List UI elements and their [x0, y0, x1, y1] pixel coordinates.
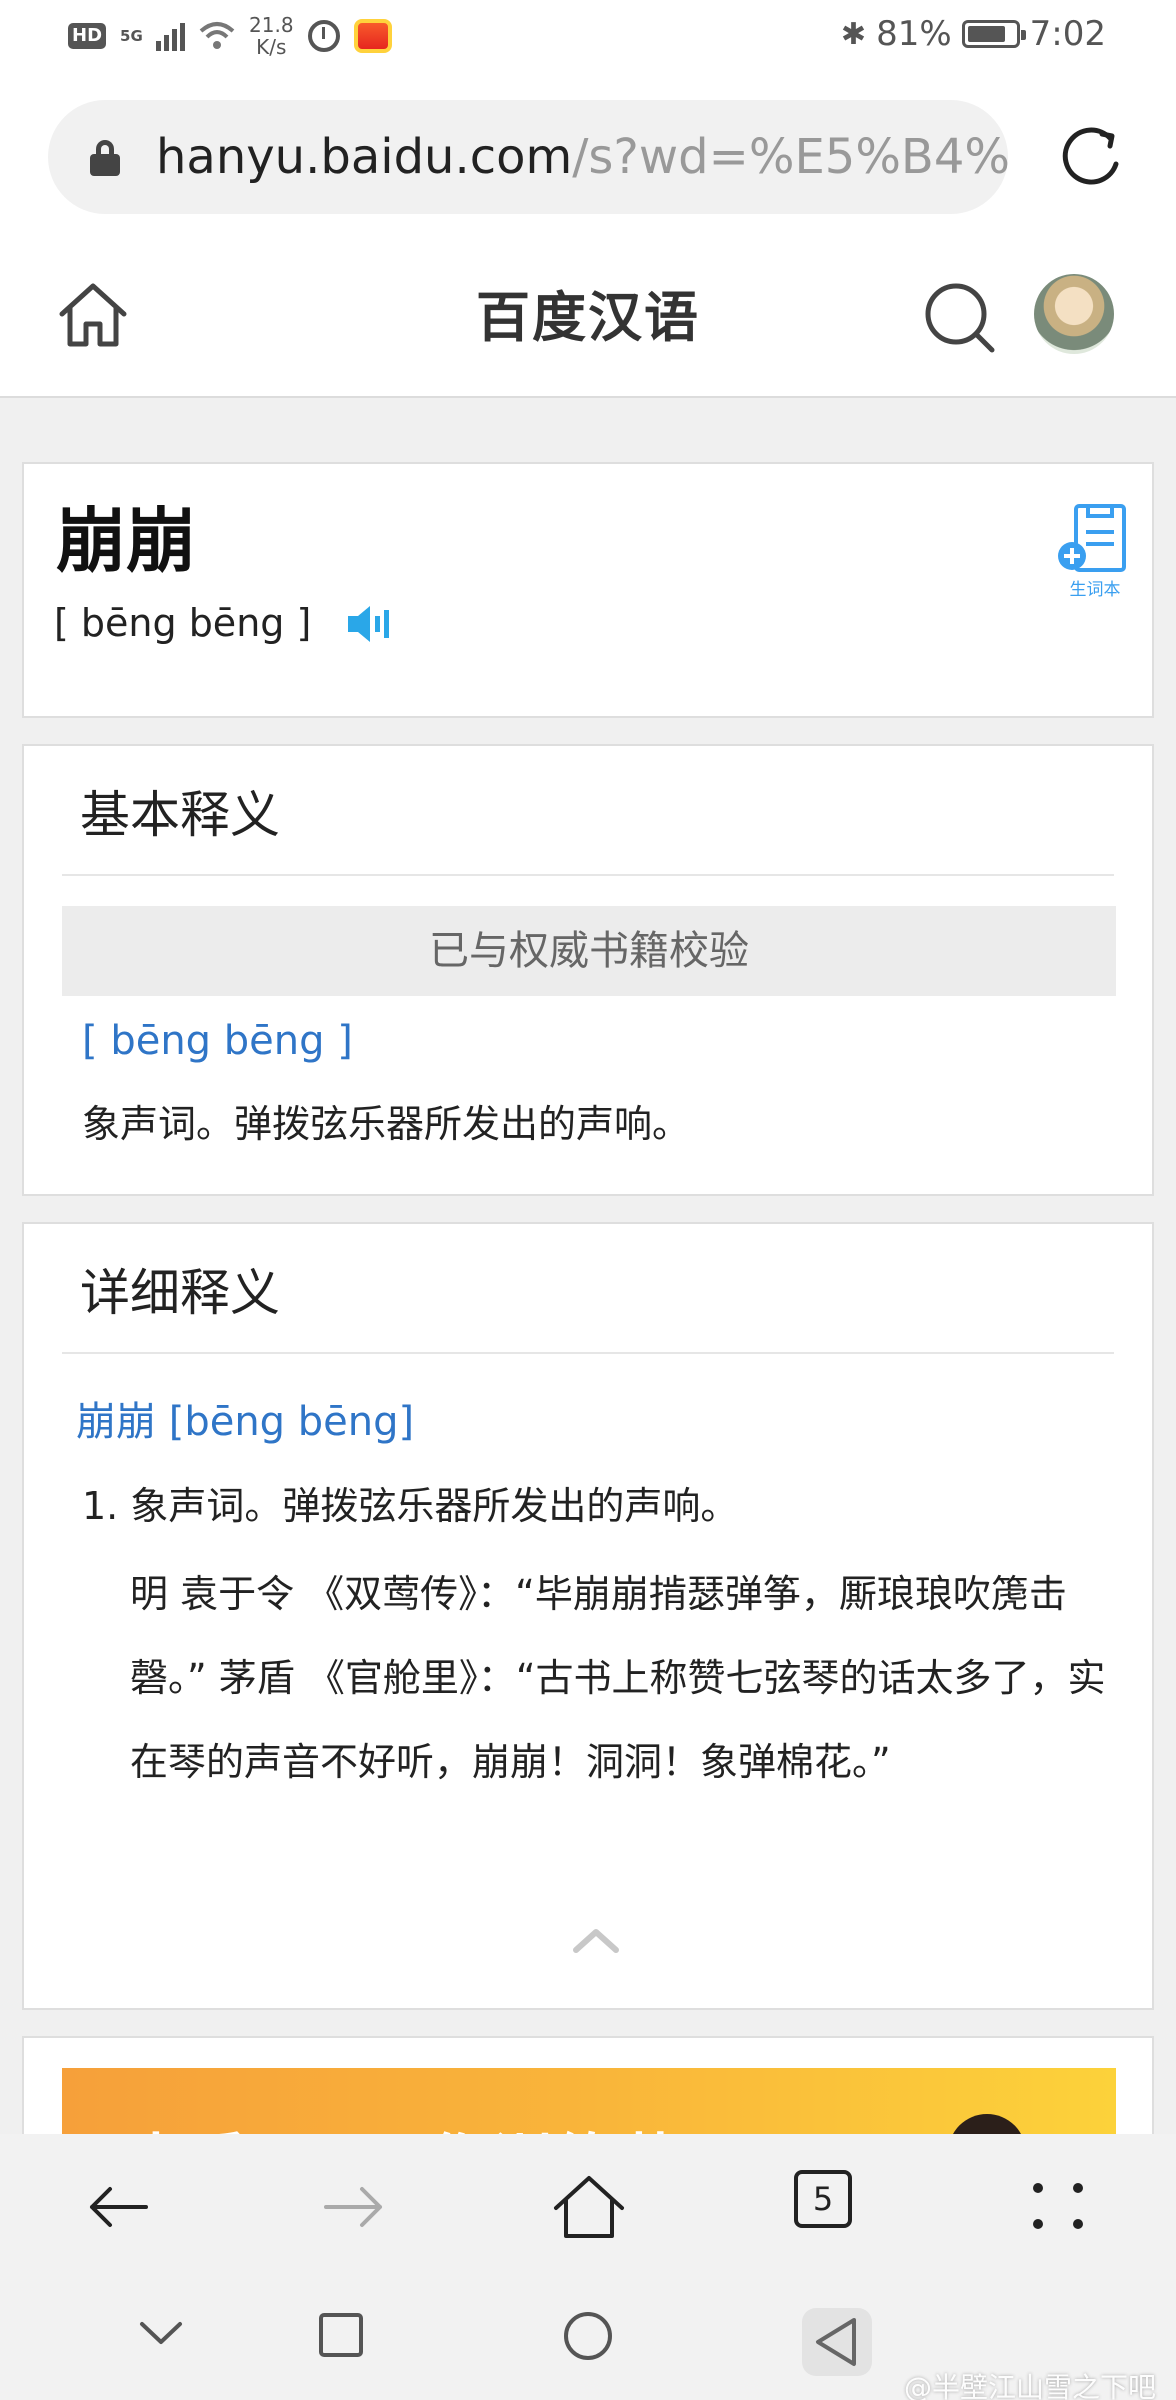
recents-icon[interactable]	[318, 2312, 364, 2358]
word-pinyin: [ bēng bēng ]	[54, 601, 312, 645]
battery-fill	[967, 26, 1005, 42]
basic-definition: 象声词。弹拨弦乐器所发出的声响。	[82, 1102, 691, 1146]
browser-home-icon[interactable]	[552, 2172, 626, 2242]
search-icon[interactable]	[922, 280, 998, 356]
detail-meaning-card: 详细释义 崩崩 [bēng bēng] 1. 象声词。弹拨弦乐器所发出的声响。 …	[22, 1222, 1154, 2010]
word-card: 崩崩 [ bēng bēng ] 生词本	[22, 462, 1154, 718]
menu-icon[interactable]	[1024, 2172, 1094, 2242]
browser-nav-bar: 5	[0, 2134, 1176, 2276]
verified-banner: 已与权威书籍校验	[62, 906, 1116, 996]
basic-meaning-card: 基本释义 已与权威书籍校验 [ bēng bēng ] 象声词。弹拨弦乐器所发出…	[22, 744, 1154, 1196]
status-right: ✱ 81% 7:02	[841, 14, 1106, 54]
battery-icon	[961, 20, 1026, 48]
example-citation: 明 袁于令 《双莺传》：“毕崩崩掯瑟弹筝，厮琅琅吹箎击磬。” 茅盾 《官舱里》：…	[130, 1572, 1106, 1784]
bluetooth-icon: ✱	[840, 16, 867, 52]
definition-item: 1. 象声词。弹拨弦乐器所发出的声响。 明 袁于令 《双莺传》：“毕崩崩掯瑟弹筝…	[82, 1478, 1122, 1804]
status-bar: HD 5G 21.8 K/s ✱ 81% 7:02	[0, 0, 1176, 72]
divider	[62, 874, 1114, 876]
back-icon[interactable]	[84, 2172, 154, 2242]
hd-badge: HD	[68, 23, 107, 49]
alarm-icon	[307, 20, 340, 52]
site-header: 百度汉语	[0, 240, 1176, 398]
section-title: 详细释义	[80, 1264, 280, 1322]
reload-icon[interactable]	[1058, 124, 1126, 192]
speaker-icon[interactable]	[344, 602, 394, 646]
divider	[62, 1352, 1114, 1354]
back-triangle-icon[interactable]	[800, 2306, 874, 2378]
add-vocab-icon	[1058, 504, 1126, 572]
site-title: 百度汉语	[476, 286, 700, 349]
word-title: 崩崩	[56, 500, 196, 582]
clock: 7:02	[1029, 14, 1106, 54]
basic-pinyin: [ bēng bēng ]	[82, 1018, 353, 1064]
wifi-icon	[199, 22, 235, 49]
url-path: /s?wd=%E5%B4%A9%	[572, 129, 1008, 185]
chevron-down-icon[interactable]	[136, 2318, 186, 2348]
section-title: 基本释义	[80, 786, 280, 844]
app-notification-icon	[353, 19, 392, 53]
speed-value: 21.8	[249, 13, 294, 37]
vocab-label: 生词本	[1069, 580, 1121, 600]
tabs-icon[interactable]: 5	[794, 2170, 852, 2228]
network-speed: 21.8 K/s	[249, 14, 294, 58]
url-text[interactable]: hanyu.baidu.com/s?wd=%E5%B4%A9%	[156, 128, 1008, 186]
url-domain: hanyu.baidu.com	[156, 129, 573, 185]
home-circle-icon[interactable]	[562, 2310, 614, 2362]
network-type: 5G	[120, 27, 143, 45]
forward-icon[interactable]	[318, 2172, 388, 2242]
speed-unit: K/s	[256, 35, 287, 59]
detail-headword: 崩崩 [bēng bēng]	[76, 1399, 415, 1445]
chevron-up-icon[interactable]	[572, 1924, 620, 1954]
system-nav-bar: @半壁江山雪之下吧	[0, 2276, 1176, 2400]
avatar[interactable]	[1034, 274, 1114, 354]
status-left: HD 5G 21.8 K/s	[68, 14, 392, 58]
watermark: @半壁江山雪之下吧	[903, 2371, 1156, 2400]
lock-icon[interactable]	[90, 140, 120, 176]
item-number: 1.	[82, 1484, 119, 1528]
battery-percent: 81%	[876, 14, 952, 54]
add-vocab-button[interactable]: 生词本	[1056, 502, 1134, 602]
browser-toolbar: hanyu.baidu.com/s?wd=%E5%B4%A9%	[0, 72, 1176, 240]
signal-icon	[156, 21, 186, 51]
item-definition: 象声词。弹拨弦乐器所发出的声响。	[130, 1484, 739, 1528]
definition-line: 1. 象声词。弹拨弦乐器所发出的声响。	[82, 1478, 1122, 1534]
address-bar[interactable]: hanyu.baidu.com/s?wd=%E5%B4%A9%	[48, 100, 1008, 214]
